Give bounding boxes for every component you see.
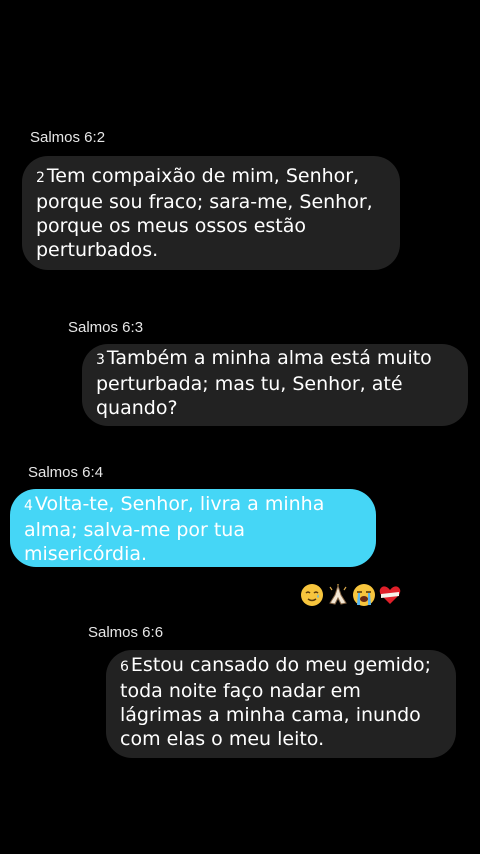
message-text: Também a minha alma está muito perturbad… (96, 347, 432, 419)
message-text: Tem compaixão de mim, Senhor, porque sou… (36, 165, 373, 261)
verse-reference-label: Salmos 6:4 (28, 464, 104, 481)
praying-hands-icon (329, 584, 347, 605)
bandaged-heart-icon (379, 586, 401, 604)
verse-reference-label: Salmos 6:3 (68, 319, 144, 336)
verse-number: 4 (24, 498, 33, 514)
smiling-face-with-tear-icon (301, 584, 323, 606)
message-bubble[interactable]: 3 Também a minha alma está muito perturba… (82, 344, 468, 426)
loudly-crying-face-icon (353, 584, 375, 606)
verse-number: 3 (96, 352, 105, 368)
reaction-emojis[interactable] (300, 581, 410, 609)
verse-reference-label: Salmos 6:6 (88, 624, 164, 641)
verse-number: 2 (36, 170, 45, 186)
message-text: Estou cansado do meu gemido; toda noite … (120, 654, 432, 750)
message-bubble-highlighted[interactable]: 4 Volta-te, Senhor, livra a minha alma; s… (10, 489, 376, 567)
verse-number: 6 (120, 659, 129, 675)
message-bubble[interactable]: 6 Estou cansado do meu gemido; toda noite… (106, 650, 456, 758)
message-bubble[interactable]: 2 Tem compaixão de mim, Senhor, porque so… (22, 156, 400, 270)
message-text: Volta-te, Senhor, livra a minha alma; sa… (24, 493, 325, 565)
verse-reference-label: Salmos 6:2 (30, 129, 106, 146)
